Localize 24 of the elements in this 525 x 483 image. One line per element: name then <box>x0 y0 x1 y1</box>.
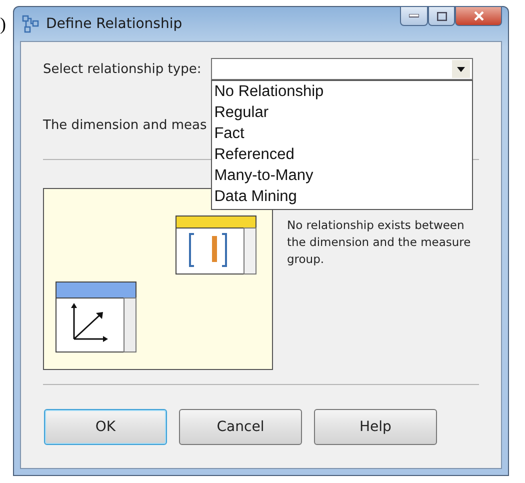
dialog-button[interactable]: Help <box>314 409 437 445</box>
dropdown-option[interactable]: Fact <box>212 123 472 144</box>
dialog-button[interactable]: OK <box>44 409 167 445</box>
window-title: Define Relationship <box>46 16 184 32</box>
caret-icon <box>457 66 466 72</box>
dropdown-option[interactable]: Many-to-Many <box>212 165 472 186</box>
stray-text: ) <box>0 14 7 35</box>
close-icon <box>474 11 484 21</box>
dialog-button[interactable]: Cancel <box>179 409 302 445</box>
minimize-icon <box>409 14 419 18</box>
close-button[interactable] <box>455 6 502 26</box>
relationship-type-dropdown[interactable] <box>211 58 474 80</box>
dropdown-option[interactable]: Referenced <box>212 144 472 165</box>
dropdown-option[interactable]: Data Mining <box>212 186 472 207</box>
dropdown-option[interactable]: No Relationship <box>212 81 472 102</box>
minimize-button[interactable] <box>400 6 428 26</box>
maximize-icon <box>436 12 446 20</box>
maximize-button[interactable] <box>428 6 455 26</box>
description-text: No relationship exists between the dimension and the measure group. <box>287 217 472 268</box>
dropdown-arrow-button[interactable] <box>452 60 470 78</box>
dropdown-option[interactable]: Regular <box>212 102 472 123</box>
relationship-icon <box>22 15 40 33</box>
field-label: Select relationship type: <box>43 62 202 76</box>
info-text: The dimension and meas <box>43 118 207 133</box>
